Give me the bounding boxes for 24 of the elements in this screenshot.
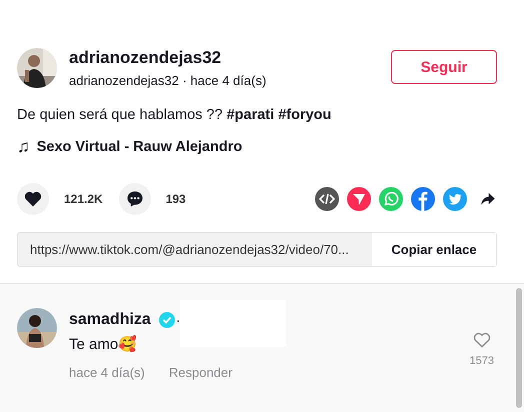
comment-time: hace 4 día(s) <box>69 365 145 380</box>
copy-link-button[interactable]: Copiar enlace <box>372 233 496 266</box>
heart-icon[interactable] <box>472 330 492 350</box>
comment-text: Te amo🥰 <box>69 335 138 353</box>
like-button[interactable] <box>17 183 49 215</box>
post-meta: adrianozendejas32 · hace 4 día(s) <box>69 73 268 88</box>
separator-dot: · <box>176 312 180 328</box>
comment-count: 193 <box>166 192 186 206</box>
commenter-name[interactable]: samadhiza <box>69 311 151 329</box>
music-note-icon: ♫ <box>17 137 30 157</box>
username[interactable]: adrianozendejas32 <box>69 48 391 68</box>
video-url: https://www.tiktok.com/@adrianozendejas32/video/70... <box>29 242 350 257</box>
song-link[interactable]: Sexo Virtual - Rauw Alejandro <box>36 139 242 155</box>
speech-bubble-icon <box>124 189 145 209</box>
scrollbar[interactable] <box>516 288 522 408</box>
facebook-icon[interactable] <box>411 187 435 211</box>
comment-button[interactable] <box>118 183 151 215</box>
like-count: 121.2K <box>64 192 103 206</box>
comment-like-count: 1573 <box>470 355 494 367</box>
embed-icon[interactable] <box>315 187 339 211</box>
follow-button[interactable]: Seguir <box>391 50 497 84</box>
heart-icon <box>23 189 43 209</box>
caption: De quien será que hablamos ?? #parati #foryou <box>16 106 332 123</box>
bird-icon[interactable] <box>443 187 467 211</box>
